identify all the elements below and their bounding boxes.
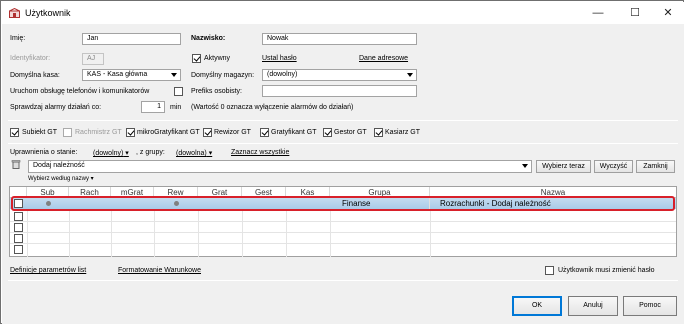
select-all-link[interactable]: Zaznacz wszystkie: [231, 149, 289, 156]
kasa-value: KAS - Kasa główna: [87, 71, 148, 78]
uprawnienia-label: Uprawnienia o stanie:: [10, 149, 78, 156]
aktywny-checkbox[interactable]: [192, 54, 201, 63]
role-label-gestor: Gestor GT: [334, 129, 367, 136]
role-checkbox-mikrogratyfikant[interactable]: [126, 128, 135, 137]
group-dropdown[interactable]: (dowolna) ▾: [176, 149, 212, 157]
alarmy-note: (Wartość 0 oznacza wyłączenie alarmów do…: [191, 104, 354, 111]
anuluj-button[interactable]: Anuluj: [568, 296, 618, 316]
ok-button[interactable]: OK: [512, 296, 562, 316]
role-checkbox-subiekt[interactable]: [10, 128, 19, 137]
zamknij-button[interactable]: Zamknij: [636, 160, 675, 173]
highlight-frame: [11, 196, 675, 211]
wyczysc-button[interactable]: Wyczyść: [594, 160, 633, 173]
action-select[interactable]: Dodaj należność: [28, 160, 532, 173]
nazwisko-label: Nazwisko:: [191, 35, 226, 42]
separator: [8, 280, 678, 281]
telefony-label: Uruchom obsługę telefonów i komunikatoró…: [10, 88, 150, 95]
trash-icon[interactable]: [11, 159, 21, 169]
group-value: (dowolna): [176, 150, 207, 157]
nazwisko-field[interactable]: Nowak: [262, 33, 417, 45]
role-checkbox-rachmistrz: [63, 128, 72, 137]
separator: [8, 143, 678, 144]
kasa-select[interactable]: KAS - Kasa główna: [82, 69, 181, 81]
ustal-haslo-link[interactable]: Ustal hasło: [262, 55, 297, 62]
chevron-down-icon: [171, 73, 177, 77]
window-title: Użytkownik: [25, 8, 71, 18]
imie-field[interactable]: Jan: [82, 33, 181, 45]
role-label-gratyfikant: Gratyfikant GT: [271, 129, 317, 136]
state-dropdown[interactable]: (dowolny) ▾: [93, 149, 129, 157]
group-label: , z grupy:: [136, 149, 165, 156]
wybierz-wedlug-dropdown[interactable]: Wybierz według nazwy ▾: [28, 175, 94, 182]
imie-label: Imię:: [10, 35, 26, 42]
permissions-grid: Sub Rach mGrat Rew Grat Gest Kas Grupa N…: [9, 186, 677, 257]
prefiks-label: Prefiks osobisty:: [191, 88, 242, 95]
title-bar[interactable]: Użytkownik — ☐ ✕: [2, 2, 684, 24]
pomoc-button[interactable]: Pomoc: [623, 296, 677, 316]
role-label-kasiarz: Kasiarz GT: [385, 129, 421, 136]
alarmy-field[interactable]: 1: [141, 101, 165, 113]
identyfikator-field: AJ: [82, 53, 104, 65]
role-label-rachmistrz: Rachmistrz GT: [75, 129, 122, 136]
wybierz-teraz-button[interactable]: Wybierz teraz: [536, 160, 591, 173]
role-checkbox-gestor[interactable]: [323, 128, 332, 137]
user-app-icon: [9, 8, 20, 18]
kasa-label: Domyślna kasa:: [10, 72, 60, 79]
minimize-button[interactable]: —: [584, 3, 612, 23]
separator: [8, 120, 678, 121]
chevron-down-icon: [522, 164, 528, 168]
magazyn-select[interactable]: (dowolny): [262, 69, 417, 81]
prefiks-field[interactable]: [262, 85, 417, 97]
grid-lines: [10, 211, 676, 257]
aktywny-label: Aktywny: [204, 55, 231, 62]
role-checkbox-rewizor[interactable]: [203, 128, 212, 137]
close-button[interactable]: ✕: [654, 3, 682, 23]
wybierz-wedlug-label: Wybierz według nazwy: [28, 176, 89, 182]
role-label-subiekt: Subiekt GT: [22, 129, 58, 136]
magazyn-value: (dowolny): [267, 71, 298, 78]
musi-zmienic-label: Użytkownik musi zmienić hasło: [558, 267, 655, 274]
dane-adresowe-link[interactable]: Dane adresowe: [359, 55, 408, 62]
dialog-client-area: Imię: Jan Nazwisko: Nowak Identyfikator:…: [2, 24, 684, 324]
musi-zmienic-checkbox[interactable]: [545, 266, 554, 275]
magazyn-label: Domyślny magazyn:: [191, 72, 255, 79]
alarmy-label: Sprawdzaj alarmy działań co:: [10, 104, 102, 111]
telefony-checkbox[interactable]: [174, 87, 183, 96]
maximize-button[interactable]: ☐: [621, 3, 649, 23]
action-value: Dodaj należność: [33, 162, 85, 169]
identyfikator-label: Identyfikator:: [10, 55, 51, 62]
role-checkbox-gratyfikant[interactable]: [260, 128, 269, 137]
definicje-link[interactable]: Definicje parametrów list: [10, 267, 86, 274]
formatowanie-link[interactable]: Formatowanie Warunkowe: [118, 267, 201, 274]
chevron-down-icon: [407, 73, 413, 77]
role-label-mikrogratyfikant: mikroGratyfikant GT: [137, 129, 200, 136]
role-label-rewizor: Rewizor GT: [214, 129, 251, 136]
state-value: (dowolny): [93, 150, 124, 157]
alarmy-unit: min: [170, 104, 182, 111]
role-checkbox-kasiarz[interactable]: [374, 128, 383, 137]
user-dialog-window: Użytkownik — ☐ ✕ Imię: Jan Nazwisko: Now…: [0, 0, 684, 324]
